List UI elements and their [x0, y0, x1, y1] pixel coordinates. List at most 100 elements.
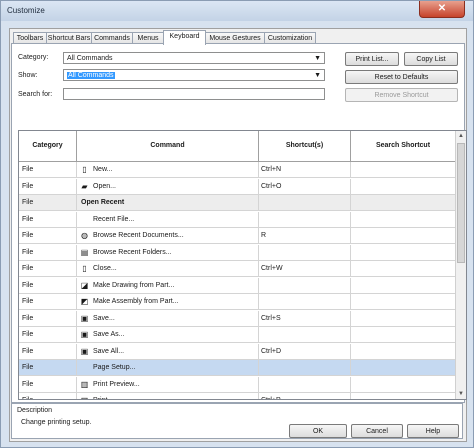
header-command[interactable]: Command	[77, 131, 259, 161]
shortcut-cell[interactable]	[259, 294, 351, 309]
show-label: Show:	[18, 72, 38, 79]
command-label: Browse Recent Documents...	[93, 232, 184, 239]
shortcut-cell[interactable]	[259, 327, 351, 342]
command-cell: Page Setup...	[77, 360, 259, 375]
shortcut-cell[interactable]: Ctrl+N	[259, 162, 351, 177]
shortcut-cell[interactable]	[259, 277, 351, 293]
shortcut-cell[interactable]: R	[259, 228, 351, 243]
browse-documents-icon: ◍	[81, 231, 88, 240]
copy-list-button[interactable]: Copy List	[404, 52, 458, 66]
close-button[interactable]: ✕	[419, 1, 465, 18]
shortcut-cell[interactable]	[259, 244, 351, 260]
command-cell: ▰ Open...	[77, 178, 259, 194]
category-cell: File	[19, 393, 77, 399]
table-row[interactable]: File ▣ Save All... Ctrl+D	[19, 343, 455, 360]
save-icon: ▣	[80, 313, 89, 323]
search-input[interactable]	[63, 88, 325, 100]
shortcut-cell[interactable]: Ctrl+D	[259, 343, 351, 359]
header-category[interactable]: Category	[19, 131, 77, 161]
command-cell: ◩ Make Assembly from Part...	[77, 294, 259, 309]
search-shortcut-cell	[351, 377, 455, 392]
category-label: Category:	[18, 54, 49, 61]
cancel-button[interactable]: Cancel	[351, 424, 403, 438]
command-cell: ▥ Print...	[77, 393, 259, 399]
command-cell: ▤ Browse Recent Folders...	[77, 244, 259, 260]
scroll-down-icon[interactable]: ▼	[456, 389, 466, 399]
search-shortcut-cell	[351, 195, 455, 210]
header-shortcuts[interactable]: Shortcut(s)	[259, 131, 351, 161]
shortcut-cell[interactable]: Ctrl+P	[259, 393, 351, 399]
save-as-icon: ▣	[80, 330, 89, 339]
table-header: Category Command Shortcut(s) Search Shor…	[19, 131, 455, 162]
shortcut-cell[interactable]	[259, 360, 351, 375]
search-shortcut-cell	[351, 344, 455, 359]
search-shortcut-cell	[351, 162, 455, 177]
command-cell: Recent File...	[77, 211, 259, 227]
table-row[interactable]: File ▣ Save... Ctrl+S	[19, 310, 455, 327]
command-label: Open...	[93, 182, 116, 190]
shortcut-cell[interactable]: Ctrl+S	[259, 310, 351, 326]
table-row[interactable]: File ◩ Make Assembly from Part...	[19, 294, 455, 310]
chevron-down-icon: ▼	[314, 72, 321, 79]
search-shortcut-cell	[351, 278, 455, 293]
table-row[interactable]: File Recent File...	[19, 211, 455, 228]
table-row[interactable]: File▥ Print... Ctrl+P	[19, 393, 455, 399]
category-cell: File	[19, 228, 77, 243]
show-value: All Commands	[67, 72, 115, 79]
table-row[interactable]: File ▤ Browse Recent Folders...	[19, 244, 455, 261]
command-label: Browse Recent Folders...	[93, 248, 172, 256]
table-row[interactable]: File Page Setup...	[19, 360, 455, 376]
remove-shortcut-button[interactable]: Remove Shortcut	[345, 88, 458, 102]
category-cell: File	[19, 343, 77, 359]
table-row[interactable]: File ◍ Browse Recent Documents... R	[19, 228, 455, 244]
command-label: Print Preview...	[93, 380, 140, 388]
search-shortcut-cell	[351, 393, 455, 399]
command-cell: ▯ New...	[77, 162, 259, 177]
scroll-thumb[interactable]	[457, 143, 465, 263]
scroll-up-icon[interactable]: ▲	[456, 131, 466, 141]
table-row[interactable]: File Open Recent	[19, 195, 455, 211]
chevron-down-icon: ▼	[314, 55, 321, 62]
category-cell: File	[19, 178, 77, 194]
shortcut-table: Category Command Shortcut(s) Search Shor…	[18, 130, 467, 400]
search-shortcut-cell	[351, 212, 455, 227]
command-cell: ▯ Close...	[77, 261, 259, 276]
command-label: Save...	[93, 314, 115, 322]
shortcut-cell[interactable]	[259, 195, 351, 210]
help-button[interactable]: Help	[407, 424, 459, 438]
table-row[interactable]: File ◪ Make Drawing from Part...	[19, 277, 455, 294]
command-label: New...	[93, 166, 113, 173]
table-row[interactable]: File ▯ New... Ctrl+N	[19, 162, 455, 178]
show-dropdown[interactable]: All Commands ▼	[63, 69, 325, 81]
search-shortcut-cell	[351, 360, 455, 375]
shortcut-cell[interactable]	[259, 211, 351, 227]
shortcut-cell[interactable]	[259, 376, 351, 392]
command-cell: ▣ Save...	[77, 310, 259, 326]
dialog-body: Toolbars Shortcut Bars Commands Menus Ke…	[9, 28, 467, 442]
make-drawing-icon: ◪	[80, 280, 89, 290]
table-row[interactable]: File ▰ Open... Ctrl+O	[19, 178, 455, 195]
print-list-button[interactable]: Print List...	[345, 52, 399, 66]
category-cell: File	[19, 162, 77, 177]
reset-to-defaults-button[interactable]: Reset to Defaults	[345, 70, 458, 84]
tab-keyboard[interactable]: Keyboard	[163, 30, 206, 45]
command-label: Recent File...	[93, 215, 135, 223]
command-label: Save As...	[93, 331, 125, 338]
ok-button[interactable]: OK	[289, 424, 347, 438]
table-row[interactable]: File ▥ Print Preview...	[19, 376, 455, 393]
category-cell: File	[19, 310, 77, 326]
category-dropdown[interactable]: All Commands ▼	[63, 52, 325, 64]
category-cell: File	[19, 294, 77, 309]
save-all-icon: ▣	[80, 346, 89, 356]
command-label: Make Drawing from Part...	[93, 281, 175, 289]
shortcut-cell[interactable]: Ctrl+O	[259, 178, 351, 194]
title-bar: Customize ✕	[1, 1, 473, 21]
category-cell: File	[19, 244, 77, 260]
header-search-shortcut[interactable]: Search Shortcut	[351, 131, 455, 161]
vertical-scrollbar[interactable]: ▲ ▼	[455, 131, 466, 399]
shortcut-cell[interactable]: Ctrl+W	[259, 261, 351, 276]
table-row[interactable]: File ▯ Close... Ctrl+W	[19, 261, 455, 277]
category-cell: File	[19, 360, 77, 375]
table-row[interactable]: File ▣ Save As...	[19, 327, 455, 343]
customize-dialog: Customize ✕ Toolbars Shortcut Bars Comma…	[0, 0, 474, 448]
